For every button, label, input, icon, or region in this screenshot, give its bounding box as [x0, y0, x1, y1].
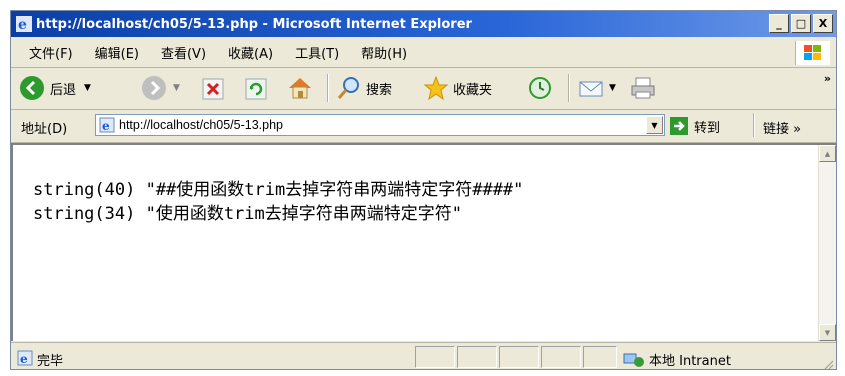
svg-text:e: e	[20, 352, 28, 366]
vertical-scrollbar[interactable]: ▲ ▼	[818, 145, 836, 341]
menu-tools[interactable]: 工具(T)	[295, 43, 339, 62]
search-icon	[337, 77, 359, 99]
svg-text:e: e	[18, 17, 27, 32]
mail-button[interactable]: ▼	[577, 75, 616, 101]
security-zone[interactable]: 本地 Intranet	[623, 350, 731, 369]
favorites-button[interactable]: 收藏夹	[423, 75, 492, 101]
links-button[interactable]: 链接 »	[763, 118, 801, 137]
favorites-label: 收藏夹	[453, 82, 493, 98]
resize-grip-icon[interactable]	[822, 358, 834, 370]
stop-icon	[202, 78, 224, 100]
address-field[interactable]: e ▼	[95, 114, 665, 136]
refresh-button[interactable]	[244, 77, 268, 101]
home-button[interactable]	[286, 75, 314, 101]
address-bar: 地址(D) e ▼ 转到 链接 »	[11, 110, 836, 143]
menu-edit[interactable]: 编辑(E)	[95, 43, 139, 62]
minimize-button[interactable]: _	[769, 14, 789, 33]
address-dropdown-icon[interactable]: ▼	[646, 116, 663, 134]
window-title: http://localhost/ch05/5-13.php - Microso…	[36, 16, 472, 32]
forward-dropdown-icon[interactable]: ▼	[173, 83, 180, 93]
maximize-button[interactable]: □	[791, 14, 811, 33]
print-button[interactable]	[629, 75, 657, 101]
stop-button[interactable]	[201, 77, 225, 101]
page-icon: e	[99, 117, 115, 133]
toolbar-more-icon[interactable]: »	[824, 72, 831, 85]
menu-favorites[interactable]: 收藏(A)	[228, 43, 273, 62]
history-button[interactable]	[527, 75, 553, 101]
page-content: string(40) "##使用函数trim去掉字符串两端特定字符####" s…	[11, 143, 836, 341]
printer-icon	[631, 77, 655, 99]
svg-text:e: e	[102, 119, 110, 133]
ie-icon: e	[16, 16, 32, 32]
history-icon	[529, 77, 551, 99]
zone-label: 本地 Intranet	[649, 354, 731, 369]
status-bar: e 完毕 本地 Intranet	[11, 342, 836, 370]
back-label: 后退	[50, 82, 77, 98]
intranet-icon	[623, 353, 644, 367]
forward-arrow-icon	[142, 76, 166, 100]
output-line-1: string(40) "##使用函数trim去掉字符串两端特定字符####"	[33, 180, 524, 200]
scroll-down-icon[interactable]: ▼	[819, 324, 836, 341]
address-label: 地址(D)	[21, 122, 68, 137]
back-button[interactable]: 后退 ▼	[19, 75, 91, 101]
go-arrow-icon	[670, 117, 688, 135]
go-label: 转到	[694, 120, 721, 136]
menu-view[interactable]: 查看(V)	[161, 43, 206, 62]
back-arrow-icon	[20, 76, 44, 100]
forward-button[interactable]: ▼	[141, 75, 180, 101]
menu-bar: 文件(F) 编辑(E) 查看(V) 收藏(A) 工具(T) 帮助(H)	[11, 38, 836, 68]
title-bar: e http://localhost/ch05/5-13.php - Micro…	[11, 11, 836, 37]
status-text: 完毕	[37, 354, 64, 369]
page-done-icon: e	[17, 350, 33, 366]
home-icon	[289, 78, 311, 99]
menu-help[interactable]: 帮助(H)	[361, 43, 407, 62]
address-input[interactable]	[119, 118, 619, 132]
browser-window: e http://localhost/ch05/5-13.php - Micro…	[10, 10, 837, 370]
output-line-2: string(34) "使用函数trim去掉字符串两端特定字符"	[33, 204, 462, 224]
windows-logo-icon	[795, 41, 830, 65]
close-button[interactable]: X	[813, 14, 833, 33]
standard-toolbar: 后退 ▼ ▼ 搜索 收藏夹 ▼ »	[11, 68, 836, 110]
mail-icon	[579, 81, 603, 97]
star-icon	[423, 75, 449, 101]
search-button[interactable]: 搜索	[336, 75, 392, 101]
mail-dropdown-icon[interactable]: ▼	[609, 83, 616, 93]
search-label: 搜索	[366, 82, 393, 98]
refresh-icon	[245, 78, 267, 100]
scroll-up-icon[interactable]: ▲	[819, 145, 836, 162]
go-button[interactable]: 转到	[669, 116, 720, 136]
menu-file[interactable]: 文件(F)	[29, 43, 73, 62]
back-dropdown-icon[interactable]: ▼	[84, 83, 91, 93]
